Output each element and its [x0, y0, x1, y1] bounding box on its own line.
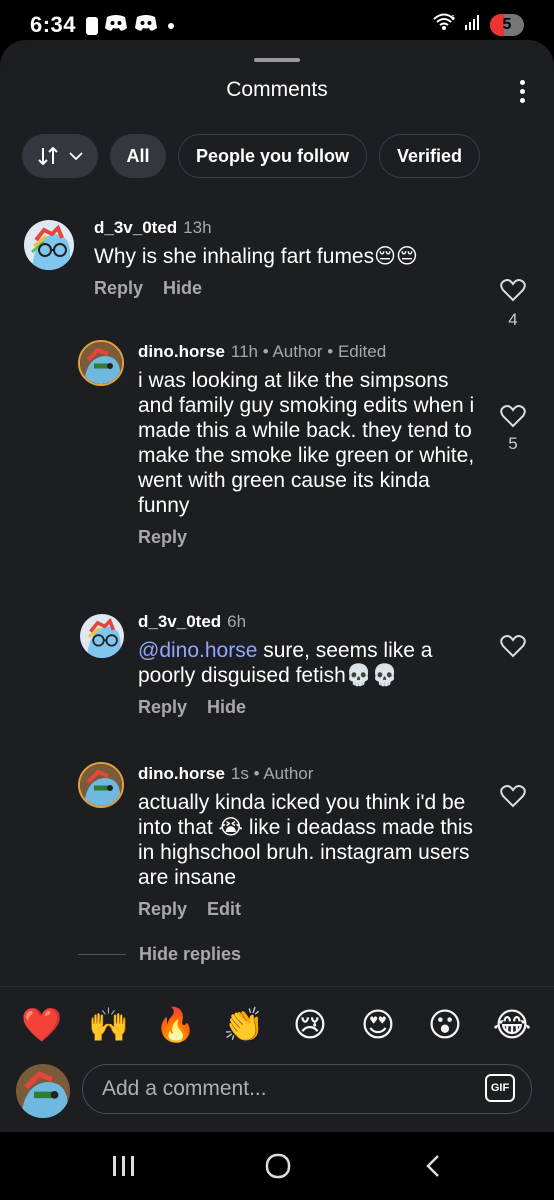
comment-meta: 1s • Author [230, 764, 314, 783]
recents-icon[interactable] [104, 1152, 144, 1180]
home-icon[interactable] [258, 1152, 298, 1180]
drag-handle[interactable] [254, 58, 300, 62]
hide-button[interactable]: Hide [163, 278, 202, 298]
emoji-clap[interactable]: 👏 [223, 1005, 264, 1045]
notification-icons [86, 14, 174, 37]
more-vertical-icon[interactable] [520, 80, 526, 104]
comment-meta: 11h • Author • Edited [230, 342, 387, 361]
emoji-crying[interactable]: 😢 [290, 1005, 330, 1045]
like-count: 5 [508, 434, 518, 453]
comment-text: i was looking at like the simpsons and f… [138, 369, 475, 517]
sheet-title: Comments [226, 78, 328, 101]
heart-icon[interactable] [500, 784, 526, 808]
avatar[interactable] [78, 340, 124, 386]
comment-username[interactable]: d_3v_0ted [138, 612, 221, 631]
svg-text:6: 6 [451, 15, 455, 22]
avatar[interactable] [24, 220, 74, 270]
filter-all-chip[interactable]: All [110, 134, 166, 178]
chevron-down-icon [69, 152, 83, 161]
discord-icon [104, 14, 128, 37]
comments-sheet: Comments All People you follow Verified … [0, 40, 554, 1132]
back-icon[interactable] [414, 1152, 454, 1180]
reply-button[interactable]: Reply [138, 899, 187, 919]
signal-icon [464, 13, 482, 36]
comment-username[interactable]: dino.horse [138, 764, 225, 783]
sort-button[interactable] [22, 134, 98, 178]
reply-button[interactable]: Reply [138, 697, 187, 717]
avatar[interactable] [80, 614, 124, 658]
input-placeholder: Add a comment... [102, 1077, 267, 1100]
emoji-reaction-bar: ❤️ 🙌 🔥 👏 😢 😍 😮 😂 [0, 986, 554, 1063]
current-user-avatar[interactable] [16, 1064, 70, 1118]
battery-indicator: 5 [490, 13, 524, 36]
comment-username[interactable]: d_3v_0ted [94, 218, 177, 237]
comment-username[interactable]: dino.horse [138, 342, 225, 361]
like-count: 4 [508, 310, 518, 329]
system-icons: 6 5 [432, 12, 524, 37]
filter-chips: All People you follow Verified [22, 134, 481, 178]
comment-meta: 13h [183, 218, 212, 237]
comment-text: @dino.horse sure, seems like a poorly di… [138, 639, 433, 687]
filter-verified-chip[interactable]: Verified [379, 134, 481, 178]
reply-button[interactable]: Reply [94, 278, 143, 298]
sort-icon [38, 146, 58, 166]
more-notifications-dot [168, 22, 174, 29]
status-time: 6:34 [30, 12, 77, 37]
mention-link[interactable]: @dino.horse [138, 639, 257, 662]
emoji-heart[interactable]: ❤️ [21, 1005, 62, 1045]
emoji-raised-hands[interactable]: 🙌 [88, 1005, 129, 1045]
heart-icon[interactable] [500, 634, 526, 658]
comment-text: actually kinda icked you think i'd be in… [138, 791, 474, 889]
add-comment-input[interactable]: Add a comment... GIF [82, 1064, 532, 1114]
heart-icon[interactable] [500, 404, 526, 428]
alert-icon [86, 16, 98, 35]
filter-people-you-follow-chip[interactable]: People you follow [178, 134, 368, 178]
discord-icon [134, 14, 158, 37]
gif-icon[interactable]: GIF [485, 1074, 515, 1102]
comment-meta: 6h [227, 612, 247, 631]
hide-button[interactable]: Hide [207, 697, 246, 717]
comment-text: Why is she inhaling fart fumes😔😔 [94, 245, 418, 268]
emoji-heart-eyes[interactable]: 😍 [358, 1005, 398, 1045]
reply-button[interactable]: Reply [138, 527, 187, 547]
edit-button[interactable]: Edit [207, 899, 241, 919]
emoji-fire[interactable]: 🔥 [155, 1005, 196, 1045]
emoji-surprised[interactable]: 😮 [425, 1005, 465, 1045]
heart-icon[interactable] [500, 278, 526, 302]
system-nav-bar [0, 1132, 554, 1200]
comment-composer: Add a comment... GIF [0, 1060, 554, 1132]
emoji-laughing[interactable]: 😂 [492, 1005, 532, 1045]
avatar[interactable] [78, 762, 124, 808]
hide-replies-button[interactable]: Hide replies [78, 944, 241, 965]
wifi-icon: 6 [432, 12, 456, 37]
